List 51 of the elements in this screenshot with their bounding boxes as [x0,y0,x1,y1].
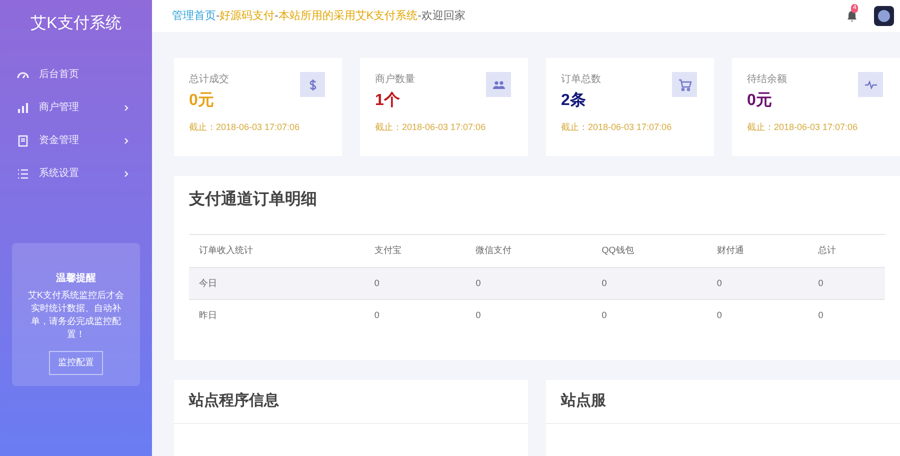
stat-label: 总计成交 [189,72,229,87]
list-icon [17,168,29,180]
stat-value: 0元 [747,91,773,111]
section-title: 站点服 [546,380,900,424]
table-cell: 0 [364,268,466,300]
column-header: 财付通 [706,234,808,268]
stat-date: 截止：2018-06-03 17:07:06 [747,121,859,134]
nav-item[interactable]: 资金管理 [0,124,152,157]
column-header: 支付宝 [364,234,466,268]
column-header: QQ钱包 [592,234,707,268]
section-title: 站点程序信息 [174,380,528,424]
table-cell: 0 [466,300,592,332]
table-cell: 0 [706,268,808,300]
nav-item[interactable]: 后台首页 [0,58,152,91]
table-cell: 0 [808,300,885,332]
table-cell: 今日 [189,268,364,300]
stat-value: 0元 [189,91,215,111]
stat-date: 截止：2018-06-03 17:07:06 [561,121,673,134]
cart-icon [678,78,692,92]
stat-value: 1个 [375,90,401,111]
table-cell: 0 [808,268,885,300]
stat-value: 2条 [561,90,587,111]
section-title: 支付通道订单明细 [189,189,318,210]
chevron-right-icon [122,104,130,112]
stat-date: 截止：2018-06-03 17:07:06 [375,121,487,134]
bar-chart-icon [17,102,29,114]
column-header: 总计 [808,234,885,268]
column-header: 订单收入统计 [189,234,364,268]
chevron-right-icon [122,136,130,144]
book-icon [17,134,29,146]
table-cell: 昨日 [189,300,364,332]
table-cell: 0 [592,300,707,332]
table-cell: 0 [592,268,707,300]
bell-icon[interactable] [846,10,858,22]
table-cell: 0 [364,300,466,332]
nav-item[interactable]: 商户管理 [0,91,152,124]
stat-label: 商户数量 [375,72,415,87]
monitor-config-button[interactable]: 监控配置 [49,351,103,374]
breadcrumb: 管理首页-好源码支付-本站所用的采用艾K支付系统-欢迎回家 [172,8,466,24]
stat-date: 截止：2018-06-03 17:07:06 [189,121,301,134]
nav-item[interactable]: 系统设置 [0,157,152,190]
chevron-right-icon [122,170,130,178]
stat-label: 待结余额 [747,72,787,87]
column-header: 微信支付 [466,234,592,268]
avatar[interactable] [874,6,894,26]
notice-title: 温馨提醒 [56,272,96,286]
notice-text: 艾K支付系统监控后才会实时统计数据、自动补单，请务必完成监控配置！ [26,289,125,341]
table-cell: 0 [706,300,808,332]
stat-label: 订单总数 [561,72,601,87]
table-cell: 0 [466,268,592,300]
app-title: 艾K支付系统 [30,14,122,34]
